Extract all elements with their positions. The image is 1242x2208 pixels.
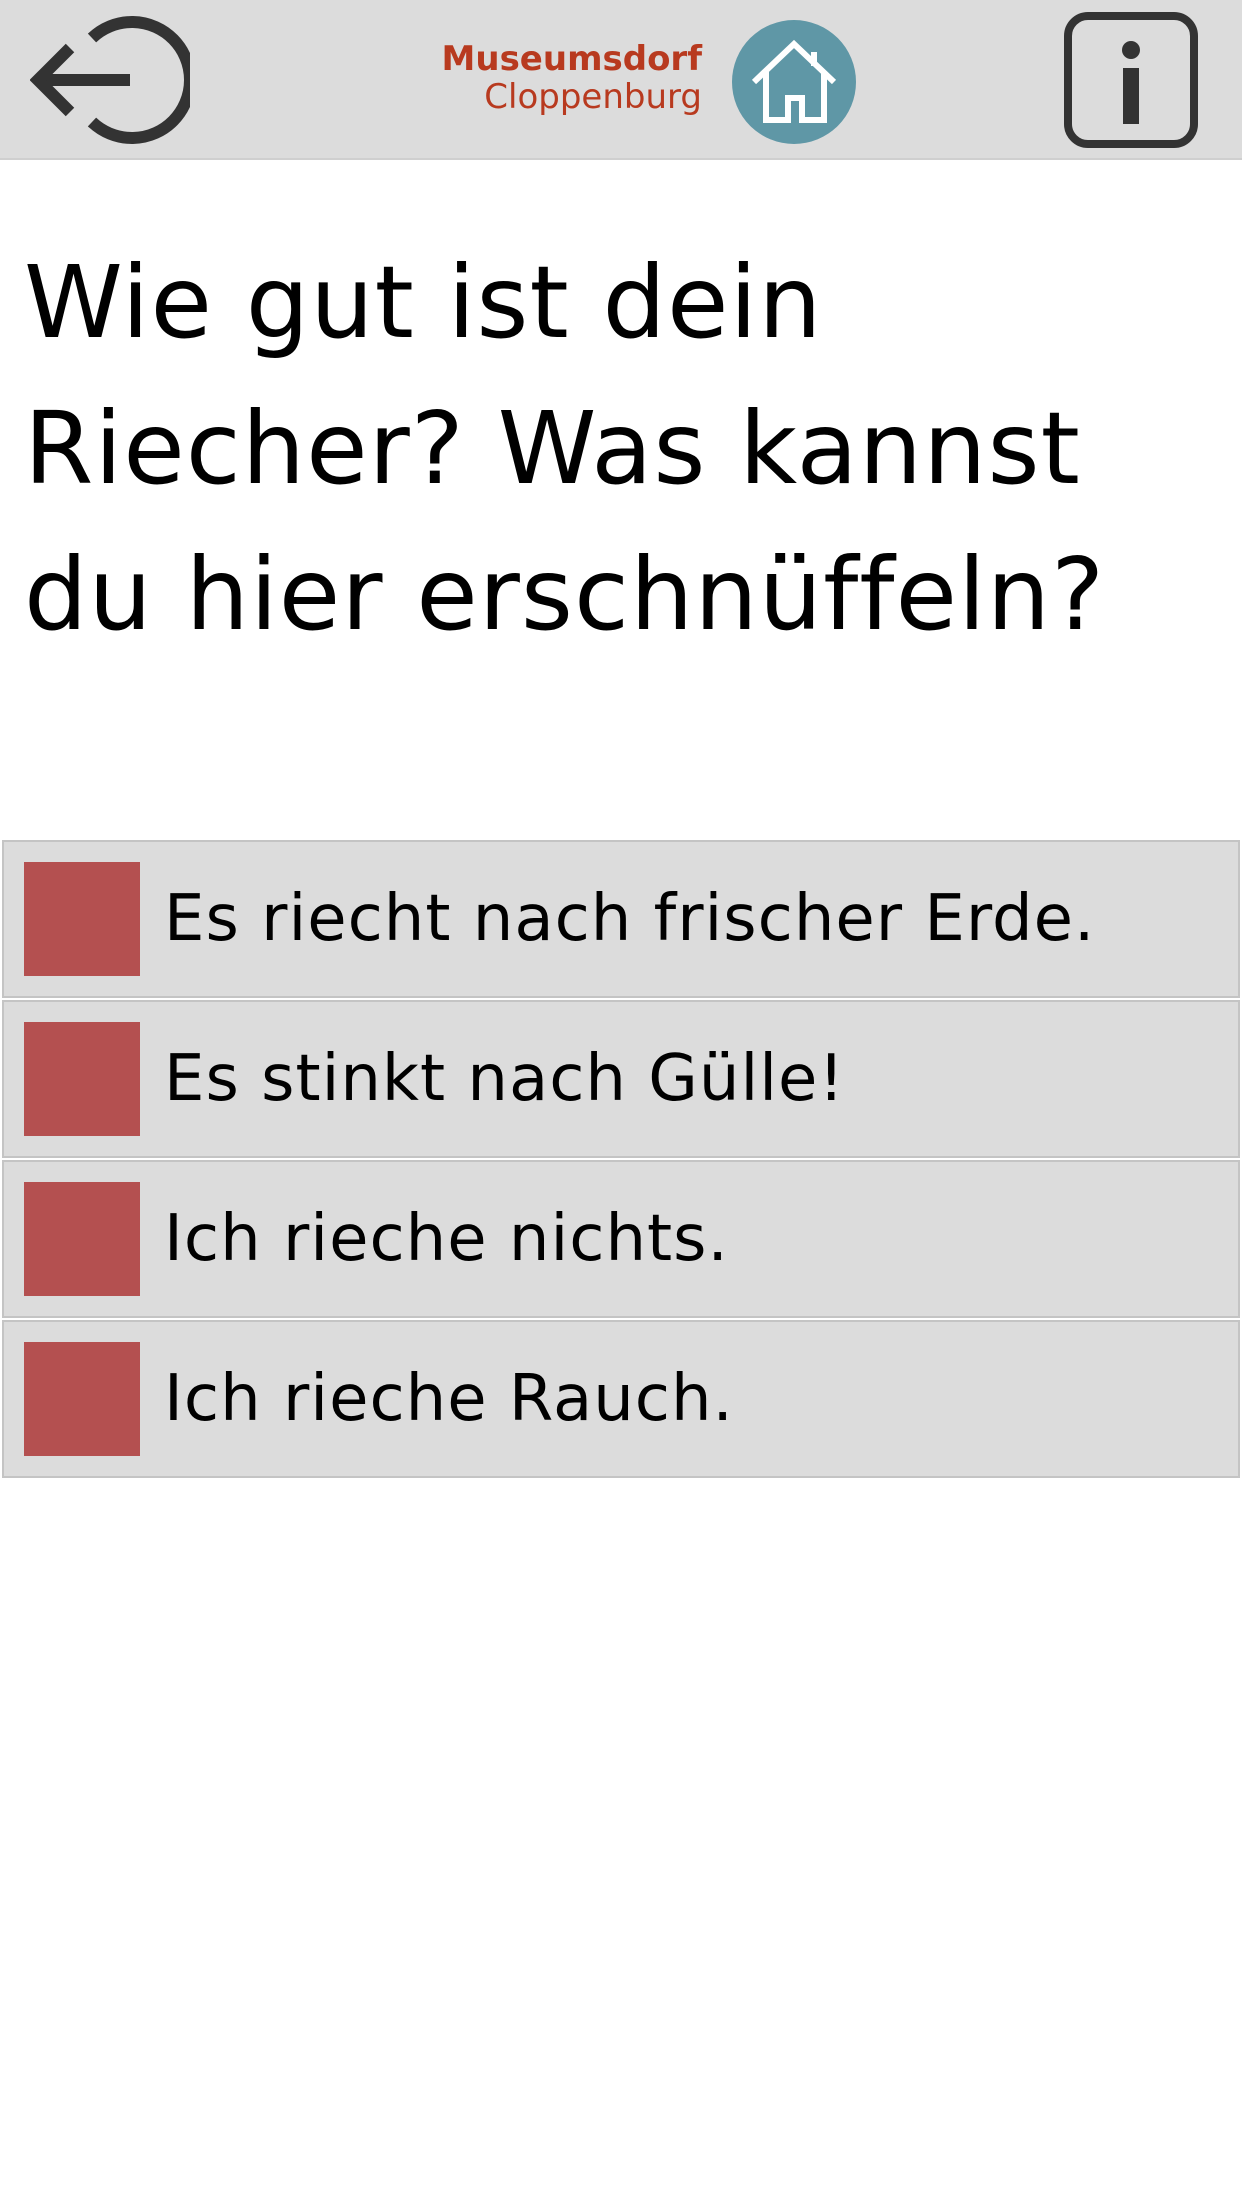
app-header: Museumsdorf Cloppenburg bbox=[0, 0, 1242, 160]
answer-checkbox[interactable] bbox=[24, 1182, 140, 1296]
answer-option[interactable]: Ich rieche nichts. bbox=[2, 1160, 1240, 1318]
back-button[interactable] bbox=[29, 10, 196, 150]
answer-checkbox[interactable] bbox=[24, 1342, 140, 1456]
info-icon bbox=[1064, 12, 1198, 148]
museum-logo[interactable]: Museumsdorf Cloppenburg bbox=[420, 20, 860, 144]
house-icon bbox=[751, 39, 837, 123]
answer-label: Es stinkt nach Gülle! bbox=[164, 1042, 846, 1116]
logo-line-2: Cloppenburg bbox=[484, 77, 702, 117]
answer-option[interactable]: Es riecht nach frischer Erde. bbox=[2, 840, 1240, 998]
answer-label: Ich rieche Rauch. bbox=[164, 1362, 734, 1436]
logo-text: Museumsdorf Cloppenburg bbox=[420, 40, 702, 116]
answer-label: Es riecht nach frischer Erde. bbox=[164, 882, 1096, 956]
answer-checkbox[interactable] bbox=[24, 862, 140, 976]
answer-option[interactable]: Ich rieche Rauch. bbox=[2, 1320, 1240, 1478]
answer-checkbox[interactable] bbox=[24, 1022, 140, 1136]
logout-arrow-icon bbox=[29, 16, 196, 144]
answer-option[interactable]: Es stinkt nach Gülle! bbox=[2, 1000, 1240, 1158]
logo-line-1: Museumsdorf bbox=[441, 39, 702, 79]
home-button[interactable] bbox=[732, 20, 856, 144]
answer-label: Ich rieche nichts. bbox=[164, 1202, 729, 1276]
question-text: Wie gut ist dein Riecher? Was kannst du … bbox=[24, 244, 1106, 653]
info-button[interactable] bbox=[1060, 10, 1202, 150]
answer-list: Es riecht nach frischer Erde. Es stinkt … bbox=[2, 840, 1240, 1480]
